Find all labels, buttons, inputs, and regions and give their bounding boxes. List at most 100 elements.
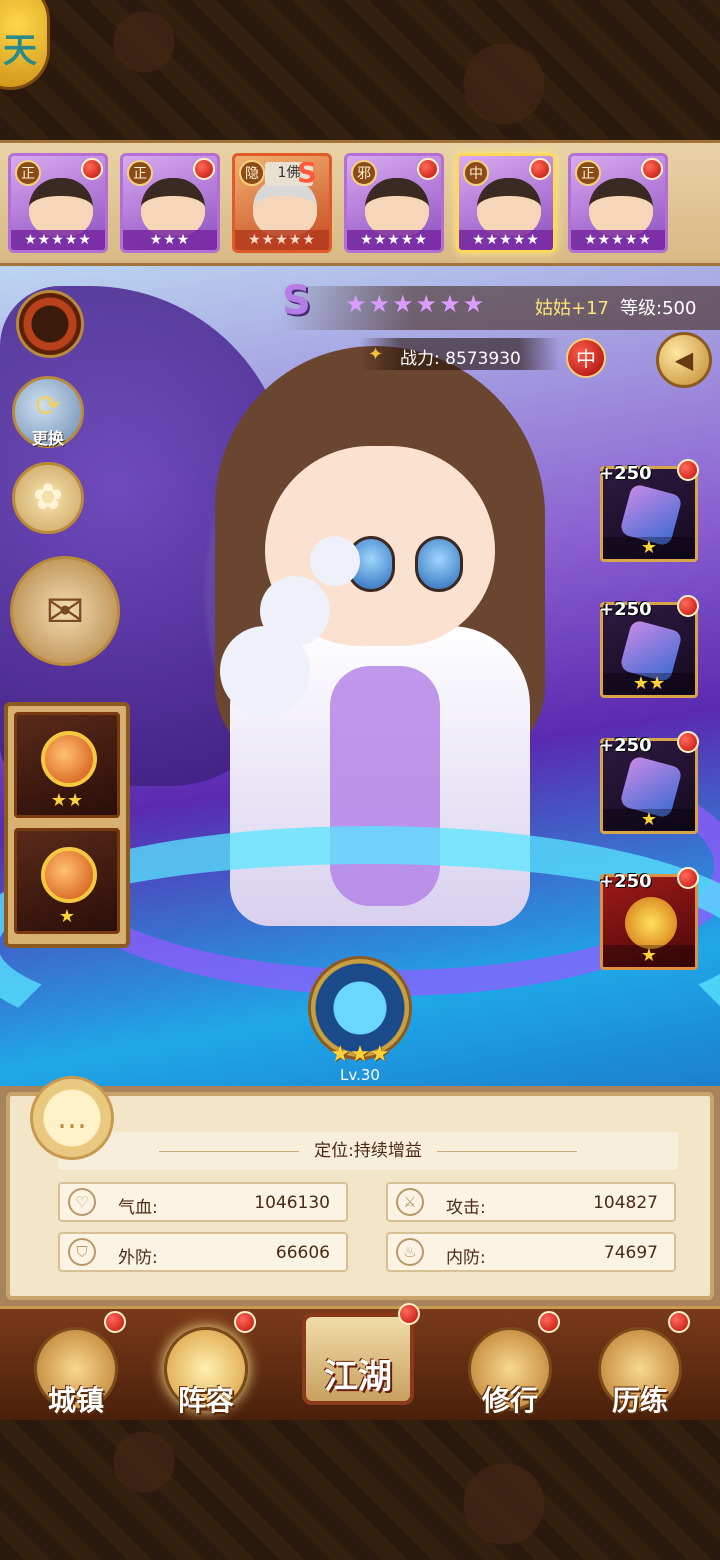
fate-wheel-button[interactable] <box>16 290 84 358</box>
stat-label: 攻击: <box>446 1198 486 1218</box>
power-value: 8573930 <box>445 349 521 369</box>
stat-label: 外防: <box>118 1248 158 1268</box>
notification-dot <box>529 158 551 180</box>
swap-label: 更换 <box>31 429 64 448</box>
stat-outer-defense: ⛉ 外防: 66606 <box>58 1232 348 1272</box>
nav-practice[interactable]: 修行 <box>462 1311 560 1419</box>
hero-portrait <box>589 178 653 236</box>
speaker-icon: ◀ <box>674 346 694 374</box>
equip-stars: ★ <box>603 537 695 559</box>
power-icon: ✦ <box>368 344 384 365</box>
equip-stars: ★★ <box>603 673 695 695</box>
accessory-panel: ★★ ★ <box>4 702 130 948</box>
accessory-stars: ★★ <box>50 790 84 811</box>
nav-town[interactable]: 城镇 <box>28 1311 126 1419</box>
equipment-slot-armor[interactable]: +250 ★ <box>599 731 699 834</box>
sword-icon: ⚔ <box>396 1188 424 1216</box>
nav-trials[interactable]: 历练 <box>592 1311 690 1419</box>
roster-hero-card[interactable]: 邪 ★★★★★ <box>344 153 444 253</box>
hero-portrait <box>365 178 429 236</box>
stat-label: 气血: <box>118 1198 158 1218</box>
hero-portrait <box>141 178 205 236</box>
bottom-background <box>0 1420 720 1560</box>
hero-name: 姑姑+17 <box>535 298 609 319</box>
hero-portrait <box>29 178 93 236</box>
nav-lineup[interactable]: 阵容 <box>158 1311 256 1419</box>
helmet-icon <box>625 897 677 949</box>
hero-stars: ★★★★★ <box>459 230 553 250</box>
voice-button[interactable]: ◀ <box>656 332 712 388</box>
equip-bonus: +250 <box>599 599 652 620</box>
equip-stars: ★ <box>603 809 695 831</box>
nav-label: 阵容 <box>177 1384 234 1417</box>
swap-button[interactable]: ⟳ 更换 <box>12 376 84 448</box>
bottom-nav: 城镇 阵容 江湖 修行 历练 <box>0 1303 720 1423</box>
notification-dot <box>677 459 699 481</box>
hero-level: 等级:500 <box>620 298 697 319</box>
roster-hero-card[interactable]: 正 ★★★★★ <box>568 153 668 253</box>
role-text: 定位:持续增益 <box>314 1141 422 1161</box>
hero-rank: S <box>282 278 311 324</box>
divider <box>437 1150 578 1152</box>
hero-rank-stars: ★★★★★★ <box>345 290 487 318</box>
stat-inner-defense: ♨ 内防: 74697 <box>386 1232 676 1272</box>
notification-dot <box>538 1311 560 1333</box>
top-background <box>0 0 720 140</box>
nav-label: 城镇 <box>47 1384 104 1417</box>
equipment-slot-helmet[interactable]: +250 ★ <box>599 867 699 970</box>
stat-label: 内防: <box>446 1248 486 1268</box>
divider <box>158 1150 299 1152</box>
notification-dot <box>193 158 215 180</box>
chat-button[interactable]: … <box>30 1076 114 1160</box>
hair-flower <box>220 626 310 716</box>
roster-hero-card[interactable]: 正 ★★★★★ <box>8 153 108 253</box>
nav-jianghu[interactable]: 江湖 <box>296 1303 420 1423</box>
hero-faction-badge: 中 <box>566 338 606 378</box>
faction-badge: 正 <box>127 160 153 186</box>
roster-hero-card[interactable]: 正 ★★★ <box>120 153 220 253</box>
amulet-icon <box>41 847 97 903</box>
stat-value: 1046130 <box>254 1193 330 1213</box>
stat-attack: ⚔ 攻击: 104827 <box>386 1182 676 1222</box>
roster-hero-card[interactable]: 隐 1佛 S ★★★★★ <box>232 153 332 253</box>
hero-stars: ★★★★★ <box>571 230 665 250</box>
manual-scroll-button[interactable]: ✉ <box>10 556 120 666</box>
petal-button[interactable]: ✿ <box>12 462 84 534</box>
equip-bonus: +250 <box>599 735 652 756</box>
notification-dot <box>398 1303 420 1325</box>
nav-label: 修行 <box>481 1384 538 1417</box>
stat-value: 74697 <box>603 1243 658 1263</box>
chat-bubble-icon: … <box>57 1101 87 1136</box>
flower-icon: ✿ <box>32 477 64 518</box>
notification-dot <box>417 158 439 180</box>
notification-dot <box>677 595 699 617</box>
hero-stars: ★★★★★ <box>347 230 441 250</box>
flame-icon: ♨ <box>396 1238 424 1266</box>
skill-level: Lv.30 <box>340 1066 380 1084</box>
heart-icon: ♡ <box>68 1188 96 1216</box>
equip-bonus: +250 <box>599 871 652 892</box>
equip-stars: ★ <box>603 945 695 967</box>
faction-badge: 中 <box>463 160 489 186</box>
roster-hero-card-selected[interactable]: 中 ★★★★★ <box>456 153 556 253</box>
ring-icon <box>41 731 97 787</box>
equip-bonus: +250 <box>599 463 652 484</box>
stat-hp: ♡ 气血: 1046130 <box>58 1182 348 1222</box>
notification-dot <box>104 1311 126 1333</box>
hero-roster: 正 ★★★★★ 正 ★★★ 隐 1佛 S ★★★★★ 邪 ★★★★★ 中 ★★★… <box>0 140 720 266</box>
notification-dot <box>677 731 699 753</box>
shield-icon: ⛉ <box>68 1238 96 1266</box>
stat-value: 66606 <box>275 1243 330 1263</box>
equipment-slot-weapon[interactable]: +250 ★ <box>599 459 699 562</box>
refresh-icon: ⟳ <box>35 389 61 424</box>
accessory-slot-amulet[interactable]: ★ <box>14 828 120 934</box>
accessory-slot-ring[interactable]: ★★ <box>14 712 120 818</box>
nav-label: 江湖 <box>324 1357 392 1397</box>
power-label: 战力: <box>400 349 440 369</box>
equipment-slot-boots[interactable]: +250 ★★ <box>599 595 699 698</box>
accessory-stars: ★ <box>58 906 76 927</box>
faction-badge: 正 <box>575 160 601 186</box>
hero-eye <box>415 536 463 592</box>
scroll-icon: ✉ <box>45 584 85 638</box>
nav-label: 历练 <box>611 1384 668 1417</box>
